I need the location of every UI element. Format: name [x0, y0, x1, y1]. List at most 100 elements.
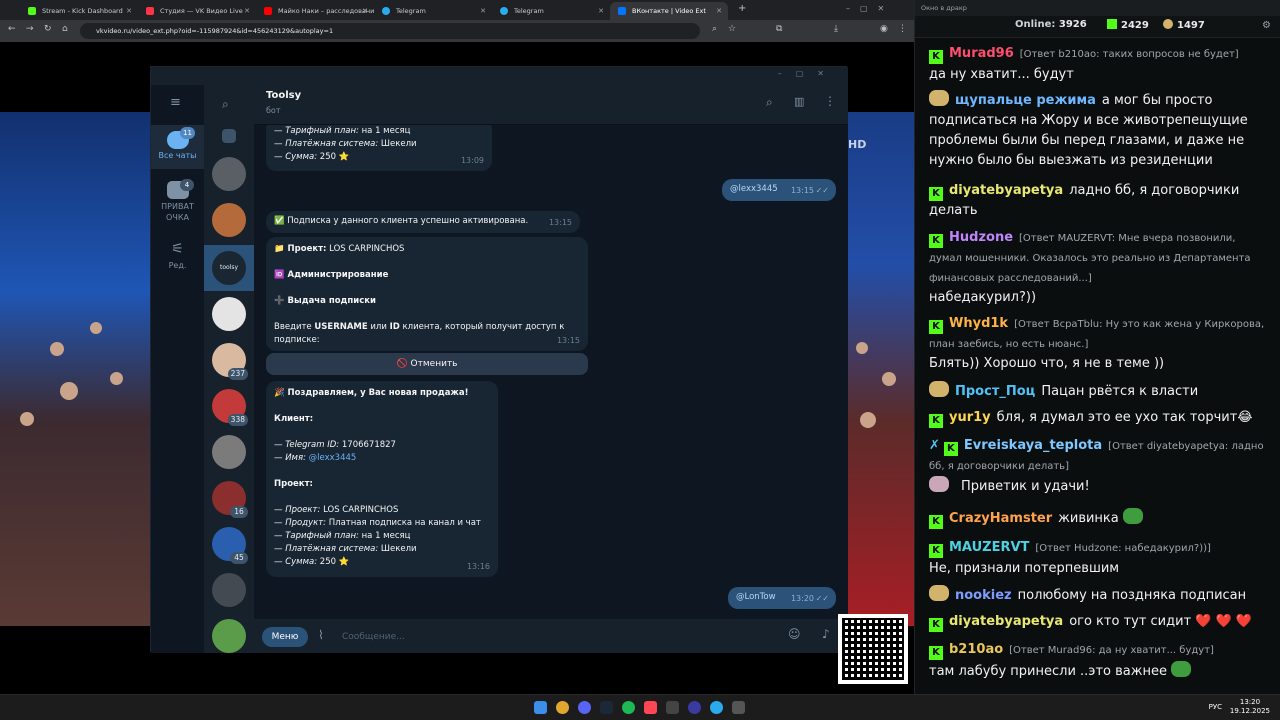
browser-tab-active[interactable]: ВКонтакте | Video Ext ✕ [610, 2, 728, 20]
kick-badge-icon: K [929, 234, 943, 248]
outgoing-message[interactable]: @lexx3445 13:15 ✓✓ [722, 179, 836, 201]
download-icon[interactable]: ⤓ [834, 24, 838, 34]
close-tab-icon[interactable]: ✕ [598, 2, 604, 20]
attach-icon[interactable]: ⌇ [318, 628, 324, 642]
chat-avatar[interactable] [212, 297, 246, 331]
chat-message: щупальце режима а мог бы просто подписать… [929, 90, 1265, 171]
outgoing-message[interactable]: @LonTow 13:20 ✓✓ [728, 587, 836, 609]
message-time: 13:09 [460, 156, 484, 165]
bot-menu-button[interactable]: Меню [262, 627, 308, 647]
bookmark-star-icon[interactable]: ☆ [728, 24, 736, 34]
hd-label: HD [848, 138, 867, 151]
archive-icon[interactable] [222, 129, 236, 143]
chat-avatar[interactable] [212, 435, 246, 469]
window-controls[interactable]: –▢✕ [846, 4, 894, 13]
more-options-icon[interactable]: ⋮ [824, 94, 836, 108]
forward-icon[interactable]: → [26, 24, 34, 34]
close-tab-icon[interactable]: ✕ [480, 2, 486, 20]
app-icon[interactable] [732, 701, 745, 714]
kick-badge-icon: K [929, 320, 943, 334]
telegram-window-controls[interactable]: –▢✕ [778, 69, 838, 78]
cancel-button[interactable]: 🚫 Отменить [266, 353, 588, 375]
close-tab-icon[interactable]: ✕ [362, 2, 368, 20]
browser-tab[interactable]: Майко Наки – расследование ✕ [256, 2, 374, 20]
emote-badge-icon [929, 585, 949, 601]
browser-tab[interactable]: Студия — VK Видео Live ✕ [138, 2, 256, 20]
chat-avatar[interactable]: 237 [212, 343, 248, 380]
message-input[interactable] [342, 627, 772, 647]
close-tab-icon[interactable]: ✕ [244, 2, 250, 20]
close-tab-icon[interactable]: ✕ [716, 2, 722, 20]
message-bubble[interactable]: ✅ Подписка у данного клиента успешно акт… [266, 211, 580, 233]
spotify-icon[interactable] [622, 701, 635, 714]
kick-badge-icon: K [943, 442, 958, 456]
chat-message: nookiez полюбому на поздняка подписан [929, 585, 1265, 606]
message-list: — Тарифный план: на 1 месяц — Платёжная … [254, 125, 848, 619]
chat-avatar[interactable] [212, 573, 246, 607]
menu-dots-icon[interactable]: ⋮ [898, 24, 907, 34]
chat-avatar[interactable]: 45 [212, 527, 248, 564]
zoom-icon[interactable]: ⌕ [712, 24, 717, 34]
folder-private[interactable]: 4 ПРИВАТ ОЧКА [151, 177, 204, 227]
steam-icon[interactable] [600, 701, 613, 714]
telegram-icon [500, 7, 508, 15]
folder-edit[interactable]: ⚟ Ред. [151, 237, 204, 277]
subs-count: 1497 [1177, 20, 1205, 31]
chat-message: Приветик и удачи! [929, 476, 1265, 497]
chat-avatar[interactable] [212, 203, 246, 237]
chrome-icon[interactable] [556, 701, 569, 714]
windows-start-icon[interactable] [534, 701, 547, 714]
subs-icon [1163, 19, 1173, 29]
hamburger-menu-icon[interactable]: ≡ [170, 95, 181, 110]
emoji-icon[interactable]: ☺ [788, 627, 801, 641]
vk-video-icon [146, 7, 154, 15]
message-bubble[interactable]: 📁 Проект: LOS CARPINCHOS 🆔 Администриров… [266, 237, 588, 351]
chat-avatar[interactable] [212, 157, 246, 191]
search-icon[interactable]: ⌕ [222, 97, 229, 112]
search-icon[interactable]: ⌕ [766, 95, 773, 110]
chat-message: Kdiyatebyapetya ладно бб, я договорчики д… [929, 183, 1240, 218]
chat-avatar[interactable]: 16 [212, 481, 248, 518]
profile-icon[interactable]: ◉ [880, 24, 888, 34]
url-field[interactable]: vkvideo.ru/video_ext.php?oid=-115987924&… [80, 23, 700, 39]
game-icon[interactable] [644, 701, 657, 714]
telegram-icon[interactable] [710, 701, 723, 714]
chat-title[interactable]: Toolsy [266, 90, 301, 101]
extensions-icon[interactable]: ⧉ [776, 24, 782, 34]
obs-icon[interactable] [688, 701, 701, 714]
new-tab-button[interactable]: + [738, 3, 746, 14]
online-count: 3926 [1058, 19, 1087, 30]
settings-icon[interactable]: ⚙ [1262, 20, 1271, 31]
kick-badge-icon: K [929, 544, 943, 558]
reload-icon[interactable]: ↻ [44, 24, 52, 34]
app-icon[interactable] [666, 701, 679, 714]
kick-icon [1107, 19, 1117, 29]
qr-code [838, 614, 908, 684]
chat-avatar[interactable] [212, 619, 246, 653]
read-checkmarks-icon: ✓✓ [815, 186, 829, 195]
home-icon[interactable]: ⌂ [62, 24, 68, 34]
back-icon[interactable]: ← [8, 24, 16, 34]
kick-icon [28, 7, 36, 15]
read-checkmarks-icon: ✓✓ [815, 594, 829, 603]
folder-all-chats[interactable]: 11 Все чаты [151, 125, 204, 169]
chat-list: ⌕ toolsy 237 338 16 45 [204, 85, 254, 653]
kick-badge-icon: K [929, 646, 943, 660]
microphone-icon[interactable]: ♪ [822, 627, 830, 641]
message-bubble[interactable]: — Тарифный план: на 1 месяц — Платёжная … [266, 125, 492, 171]
message-bubble[interactable]: 🎉 Поздравляем, у Вас новая продажа! Клие… [266, 381, 498, 577]
browser-tab[interactable]: Telegram ✕ [374, 2, 492, 20]
discord-icon[interactable] [578, 701, 591, 714]
language-indicator[interactable]: РУС [1209, 703, 1222, 711]
close-tab-icon[interactable]: ✕ [126, 2, 132, 20]
chat-avatar[interactable]: 338 [212, 389, 248, 426]
browser-tab[interactable]: Stream - Kick Dashboard ✕ [20, 2, 138, 20]
sword-badge-icon: ✗ [929, 438, 940, 453]
chat-message: Kb210ao [Ответ Murad96: да ну хватит... б… [929, 642, 1214, 679]
chat-item-selected[interactable]: toolsy [204, 245, 254, 291]
sidebar-toggle-icon[interactable]: ▥ [794, 95, 804, 108]
telegram-icon [382, 7, 390, 15]
chat-message: K CrazyHamster живинка [929, 508, 1265, 529]
browser-tab[interactable]: Telegram ✕ [492, 2, 610, 20]
taskbar-clock[interactable]: 13:20 19.12.2025 [1230, 698, 1270, 716]
